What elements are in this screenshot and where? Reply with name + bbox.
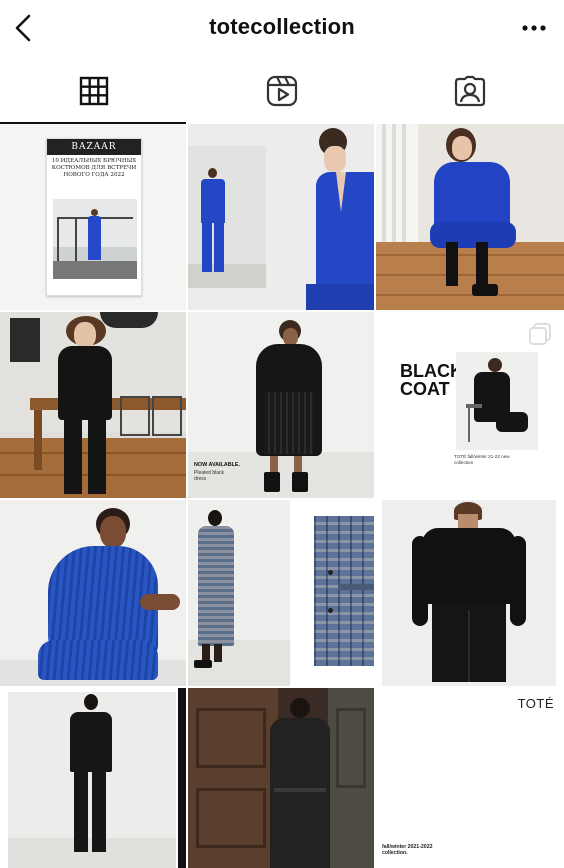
posts-grid: BAZAAR 10 ИДЕАЛЬНЫХ БРЮЧНЫХ КОСТЮМОВ ДЛЯ…	[0, 124, 564, 868]
grid-icon	[79, 76, 109, 106]
carousel-icon	[529, 323, 551, 345]
dress-caption-body: Pleated black dress	[194, 470, 225, 482]
black-coat-headline-2: COAT	[400, 379, 450, 399]
post-black-coat[interactable]: BLACK COAT TOTÉ fall/winter 21-22 new co…	[376, 312, 564, 498]
tagged-user-icon	[454, 75, 486, 107]
post-black-jacket-back[interactable]	[376, 500, 564, 686]
black-coat-photo	[456, 352, 538, 450]
post-check-coat[interactable]	[188, 500, 374, 686]
reels-icon	[266, 75, 298, 107]
magazine-page: BAZAAR 10 ИДЕАЛЬНЫХ БРЮЧНЫХ КОСТЮМОВ ДЛЯ…	[46, 138, 142, 296]
tote-caption: fall/winter 2021-2022 collection.	[382, 844, 433, 856]
post-pleated-black-dress[interactable]: NOW AVAILABLE. Pleated black dress	[188, 312, 374, 498]
post-pleated-blue[interactable]	[0, 500, 186, 686]
profile-username: totecollection	[209, 14, 355, 39]
more-options-button[interactable]	[518, 14, 550, 42]
tab-posts[interactable]: Posts	[0, 58, 188, 124]
post-black-suit-standing[interactable]	[0, 688, 186, 868]
post-tote-collection[interactable]: TOTÉ fall/winter 2021-2022 collection.	[376, 688, 564, 868]
magazine-brand: BAZAAR	[47, 139, 141, 155]
profile-tabs: Posts Reels Tagged	[0, 58, 564, 124]
post-leather-trench[interactable]	[188, 688, 374, 868]
post-blue-suit-seated[interactable]	[376, 124, 564, 310]
dress-caption-title: NOW AVAILABLE.	[194, 462, 241, 468]
magazine-photo	[53, 199, 137, 279]
post-blue-suit-studio[interactable]	[188, 124, 374, 310]
post-black-suit-table[interactable]	[0, 312, 186, 498]
post-bazaar[interactable]: BAZAAR 10 ИДЕАЛЬНЫХ БРЮЧНЫХ КОСТЮМОВ ДЛЯ…	[0, 124, 186, 310]
tab-reels[interactable]: Reels	[188, 58, 376, 124]
more-horizontal-icon	[522, 25, 546, 31]
profile-header: totecollection	[0, 0, 564, 58]
black-coat-headline-1: BLACK	[400, 361, 463, 381]
black-coat-caption: TOTÉ fall/winter 21-22 new collection	[454, 454, 510, 465]
tab-tagged[interactable]: Tagged	[376, 58, 564, 124]
tote-brand: TOTÉ	[517, 696, 554, 711]
magazine-headline: 10 ИДЕАЛЬНЫХ БРЮЧНЫХ КОСТЮМОВ ДЛЯ ВСТРЕЧ…	[51, 158, 137, 178]
